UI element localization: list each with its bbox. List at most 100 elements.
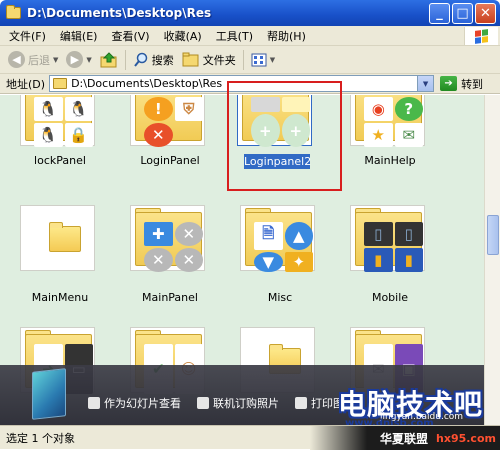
go-button[interactable]: ➔ 转到 xyxy=(440,76,483,92)
folder-thumbnail: ▯ ▯ ▮ ▮ xyxy=(350,205,425,272)
views-button[interactable]: ▼ xyxy=(247,48,279,72)
star-icon: ★ xyxy=(364,123,393,147)
chevron-down-icon: ▼ xyxy=(86,55,92,64)
window-title: D:\Documents\Desktop\Res xyxy=(27,6,212,20)
toolbar: ◀ 后退 ▼ ▶ ▼ 搜索 文件夹 ▼ xyxy=(0,46,500,74)
menu-favorites[interactable]: 收藏(A) xyxy=(157,28,209,44)
close-icon: ✕ xyxy=(174,248,203,272)
folder-thumbnail: 🗎 ▲ ▼ ✦ xyxy=(240,205,315,272)
folder-label: Misc xyxy=(267,291,293,304)
folder-thumbnail: ✚ ✕ ✕ ✕ xyxy=(130,205,205,272)
menu-help[interactable]: 帮助(H) xyxy=(260,28,313,44)
puzzle-icon: ✦ xyxy=(284,251,313,272)
scrollbar-thumb[interactable] xyxy=(487,215,499,255)
title-bar[interactable]: D:\Documents\Desktop\Res _ □ ✕ xyxy=(0,0,500,26)
search-icon xyxy=(134,52,148,67)
folder-item[interactable]: ▯ ▯ ▮ ▮ Mobile xyxy=(340,205,440,305)
forward-button[interactable]: ▶ ▼ xyxy=(62,48,95,72)
folder-label: MainPanel xyxy=(142,291,198,304)
folder-label: MainHelp xyxy=(364,154,416,167)
qq-icon: ◉ xyxy=(364,97,393,121)
plus-icon: ✚ xyxy=(144,222,173,246)
mobile-icon: ▮ xyxy=(364,248,393,272)
order-prints-link[interactable]: 联机订购照片 xyxy=(197,395,279,411)
maximize-button[interactable]: □ xyxy=(452,3,473,24)
windows-logo-icon xyxy=(464,27,498,45)
forward-arrow-icon: ▶ xyxy=(66,51,84,68)
folder-item[interactable]: 🐧 🐧 🐧 🔒 lockPanel xyxy=(10,95,110,180)
folder-label: Mobile xyxy=(371,291,409,304)
mobile-icon: ▯ xyxy=(364,222,393,246)
printer-icon xyxy=(295,397,307,409)
penguin-icon: 🐧 xyxy=(64,97,93,121)
order-prints-label: 联机订购照片 xyxy=(213,397,279,410)
folder-item[interactable]: ◉ ? ★ ✉ MainHelp xyxy=(340,95,440,180)
order-prints-icon xyxy=(197,397,209,409)
go-arrow-icon: ➔ xyxy=(440,76,458,91)
folder-thumbnail: ◉ ? ★ ✉ xyxy=(350,95,425,147)
search-label: 搜索 xyxy=(151,53,174,67)
document-lock-icon: 🗎 xyxy=(254,222,283,250)
shield-icon: ⛨ xyxy=(174,97,203,121)
lock-icon: 🔒 xyxy=(64,123,93,147)
views-icon xyxy=(251,53,267,66)
brand-name: 华夏联盟 xyxy=(380,431,429,446)
slideshow-link[interactable]: 作为幻灯片查看 xyxy=(88,395,181,411)
toolbar-separator xyxy=(124,49,126,70)
menu-view[interactable]: 查看(V) xyxy=(104,28,156,44)
menu-edit[interactable]: 编辑(E) xyxy=(53,28,105,44)
brand-domain: hx95.com xyxy=(436,431,496,445)
folders-label: 文件夹 xyxy=(202,53,236,67)
folder-label: lockPanel xyxy=(34,154,86,167)
address-value: D:\Documents\Desktop\Res xyxy=(71,77,223,90)
folder-item[interactable]: MainMenu xyxy=(10,205,110,305)
back-button[interactable]: ◀ 后退 ▼ xyxy=(4,48,62,72)
penguin-icon: 🐧 xyxy=(34,123,63,147)
slideshow-label: 作为幻灯片查看 xyxy=(104,397,181,410)
warning-icon: ! xyxy=(144,97,173,121)
empty-folder-icon xyxy=(49,222,81,252)
folder-thumbnail xyxy=(20,205,95,271)
close-button[interactable]: ✕ xyxy=(475,3,496,24)
mobile-icon: ▯ xyxy=(394,222,423,246)
folder-label: MainMenu xyxy=(31,291,89,304)
folder-label: LoginPanel xyxy=(140,154,200,167)
menu-tools[interactable]: 工具(T) xyxy=(209,28,260,44)
folder-icon xyxy=(53,78,68,89)
up-folder-button[interactable] xyxy=(96,48,122,72)
up-arrow-icon: ▲ xyxy=(284,222,313,250)
back-arrow-icon: ◀ xyxy=(8,51,25,68)
close-icon: ✕ xyxy=(144,248,173,272)
minimize-button[interactable]: _ xyxy=(429,3,450,24)
folder-thumbnail: 🐧 🐧 🐧 🔒 xyxy=(20,95,95,147)
address-dropdown-button[interactable]: ▼ xyxy=(417,76,434,91)
folder-icon xyxy=(6,5,21,19)
down-arrow-icon: ▼ xyxy=(254,251,283,272)
folder-item[interactable]: ✚ ✕ ✕ ✕ MainPanel xyxy=(120,205,220,305)
chevron-down-icon: ▼ xyxy=(269,55,276,64)
toolbar-separator xyxy=(242,49,244,70)
search-button[interactable]: 搜索 xyxy=(129,48,178,72)
close-icon: ✕ xyxy=(174,222,203,246)
address-label: 地址(D) xyxy=(6,77,46,91)
error-icon: ✕ xyxy=(144,123,173,147)
penguin-icon: 🐧 xyxy=(34,97,63,121)
up-folder-icon xyxy=(100,51,117,67)
mail-icon: ✉ xyxy=(394,123,423,147)
go-label: 转到 xyxy=(461,77,484,91)
vertical-scrollbar[interactable] xyxy=(484,95,500,425)
status-text: 选定 1 个对象 xyxy=(6,431,75,445)
menu-file[interactable]: 文件(F) xyxy=(2,28,53,44)
slideshow-icon xyxy=(88,397,100,409)
chevron-down-icon: ▼ xyxy=(53,55,59,64)
status-bar: 选定 1 个对象 华夏联盟 hx95.com xyxy=(0,425,500,450)
folder-item[interactable]: ! ⛨ ✕ LoginPanel xyxy=(120,95,220,180)
window-controls: _ □ ✕ xyxy=(429,3,496,24)
menu-bar: 文件(F) 编辑(E) 查看(V) 收藏(A) 工具(T) 帮助(H) xyxy=(0,26,500,46)
folder-thumbnail: ! ⛨ ✕ xyxy=(130,95,205,147)
folders-button[interactable]: 文件夹 xyxy=(178,48,240,72)
mobile-icon: ▮ xyxy=(394,248,423,272)
folders-icon xyxy=(182,52,199,67)
highlight-box xyxy=(227,81,342,191)
folder-item[interactable]: 🗎 ▲ ▼ ✦ Misc xyxy=(230,205,330,305)
